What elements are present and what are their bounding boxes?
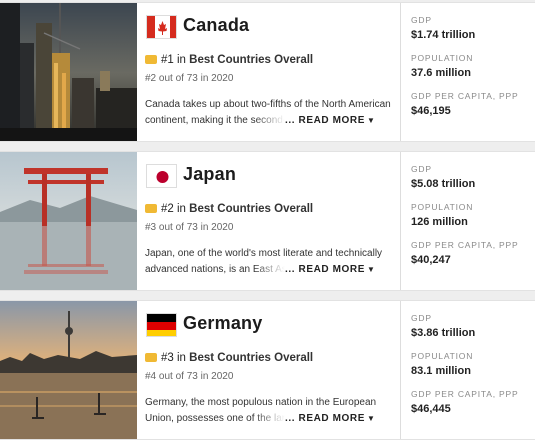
country-stats: GDP $5.08 trillion POPULATION 126 millio… — [411, 152, 535, 290]
gdp-per-capita-label: GDP PER CAPITA, PPP — [411, 91, 519, 101]
gdp-per-capita-label: GDP PER CAPITA, PPP — [411, 389, 519, 399]
country-info: Canada #1 in Best Countries Overall #2 o… — [145, 3, 395, 141]
germany-flag-icon — [146, 313, 177, 337]
river-tv-tower-sunset-photo[interactable] — [0, 301, 137, 439]
overall-rank[interactable]: #3 in Best Countries Overall — [145, 352, 313, 364]
description-line-truncated: continent, making it the second-la — [145, 115, 285, 126]
previous-rank: #3 out of 73 in 2020 — [145, 222, 234, 233]
gdp-label: GDP — [411, 313, 432, 323]
country-description: Japan, one of the world's most literate … — [145, 246, 395, 278]
description-line: Germany, the most populous nation in the… — [145, 397, 377, 408]
rank-number: #1 in — [161, 54, 186, 66]
gdp-per-capita-value: $46,445 — [411, 403, 451, 415]
country-info: Germany #3 in Best Countries Overall #4 … — [145, 301, 395, 439]
gdp-per-capita-value: $46,195 — [411, 105, 451, 117]
rank-category-link[interactable]: Best Countries Overall — [189, 203, 313, 215]
canada-flag-icon — [146, 15, 177, 39]
medal-icon — [145, 353, 157, 362]
description-line: Canada takes up about two-fifths of the … — [145, 99, 391, 110]
rank-category-link[interactable]: Best Countries Overall — [189, 352, 313, 364]
population-label: POPULATION — [411, 53, 474, 63]
gdp-value: $3.86 trillion — [411, 327, 476, 339]
japan-flag-icon — [146, 164, 177, 188]
country-card-canada[interactable]: Canada #1 in Best Countries Overall #2 o… — [0, 2, 535, 142]
column-divider — [400, 152, 401, 290]
country-card-germany[interactable]: Germany #3 in Best Countries Overall #4 … — [0, 300, 535, 440]
column-divider — [400, 301, 401, 439]
population-label: POPULATION — [411, 202, 474, 212]
read-more-link[interactable]: ... READ MORE ▼ — [285, 262, 376, 278]
overall-rank[interactable]: #2 in Best Countries Overall — [145, 203, 313, 215]
population-value: 126 million — [411, 216, 468, 228]
chevron-down-icon: ▼ — [367, 414, 376, 423]
chevron-down-icon: ▼ — [367, 116, 376, 125]
read-more-link[interactable]: ... READ MORE ▼ — [285, 113, 376, 129]
country-info: Japan #2 in Best Countries Overall #3 ou… — [145, 152, 395, 290]
country-stats: GDP $1.74 trillion POPULATION 37.6 milli… — [411, 3, 535, 141]
description-line-truncated: Union, possesses one of the large — [145, 413, 285, 424]
rank-number: #2 in — [161, 203, 186, 215]
read-more-label: ... READ MORE — [285, 115, 366, 126]
read-more-label: ... READ MORE — [285, 413, 366, 424]
country-stats: GDP $3.86 trillion POPULATION 83.1 milli… — [411, 301, 535, 439]
gdp-value: $1.74 trillion — [411, 29, 476, 41]
population-value: 83.1 million — [411, 365, 471, 377]
gdp-label: GDP — [411, 15, 432, 25]
city-skyline-dusk-photo[interactable] — [0, 3, 137, 141]
overall-rank[interactable]: #1 in Best Countries Overall — [145, 54, 313, 66]
read-more-label: ... READ MORE — [285, 264, 366, 275]
gdp-label: GDP — [411, 164, 432, 174]
torii-gate-water-photo[interactable] — [0, 152, 137, 290]
read-more-link[interactable]: ... READ MORE ▼ — [285, 411, 376, 427]
population-label: POPULATION — [411, 351, 474, 361]
medal-icon — [145, 204, 157, 213]
chevron-down-icon: ▼ — [367, 265, 376, 274]
gdp-value: $5.08 trillion — [411, 178, 476, 190]
rank-category-link[interactable]: Best Countries Overall — [189, 54, 313, 66]
previous-rank: #4 out of 73 in 2020 — [145, 371, 234, 382]
country-name[interactable]: Germany — [183, 313, 262, 334]
gdp-per-capita-label: GDP PER CAPITA, PPP — [411, 240, 519, 250]
country-name[interactable]: Japan — [183, 164, 236, 185]
previous-rank: #2 out of 73 in 2020 — [145, 73, 234, 84]
column-divider — [400, 3, 401, 141]
population-value: 37.6 million — [411, 67, 471, 79]
country-description: Canada takes up about two-fifths of the … — [145, 97, 395, 129]
description-line-truncated: advanced nations, is an East Asian — [145, 264, 285, 275]
country-name[interactable]: Canada — [183, 15, 249, 36]
rank-number: #3 in — [161, 352, 186, 364]
country-description: Germany, the most populous nation in the… — [145, 395, 395, 427]
medal-icon — [145, 55, 157, 64]
gdp-per-capita-value: $40,247 — [411, 254, 451, 266]
description-line: Japan, one of the world's most literate … — [145, 248, 383, 259]
country-card-japan[interactable]: Japan #2 in Best Countries Overall #3 ou… — [0, 151, 535, 291]
